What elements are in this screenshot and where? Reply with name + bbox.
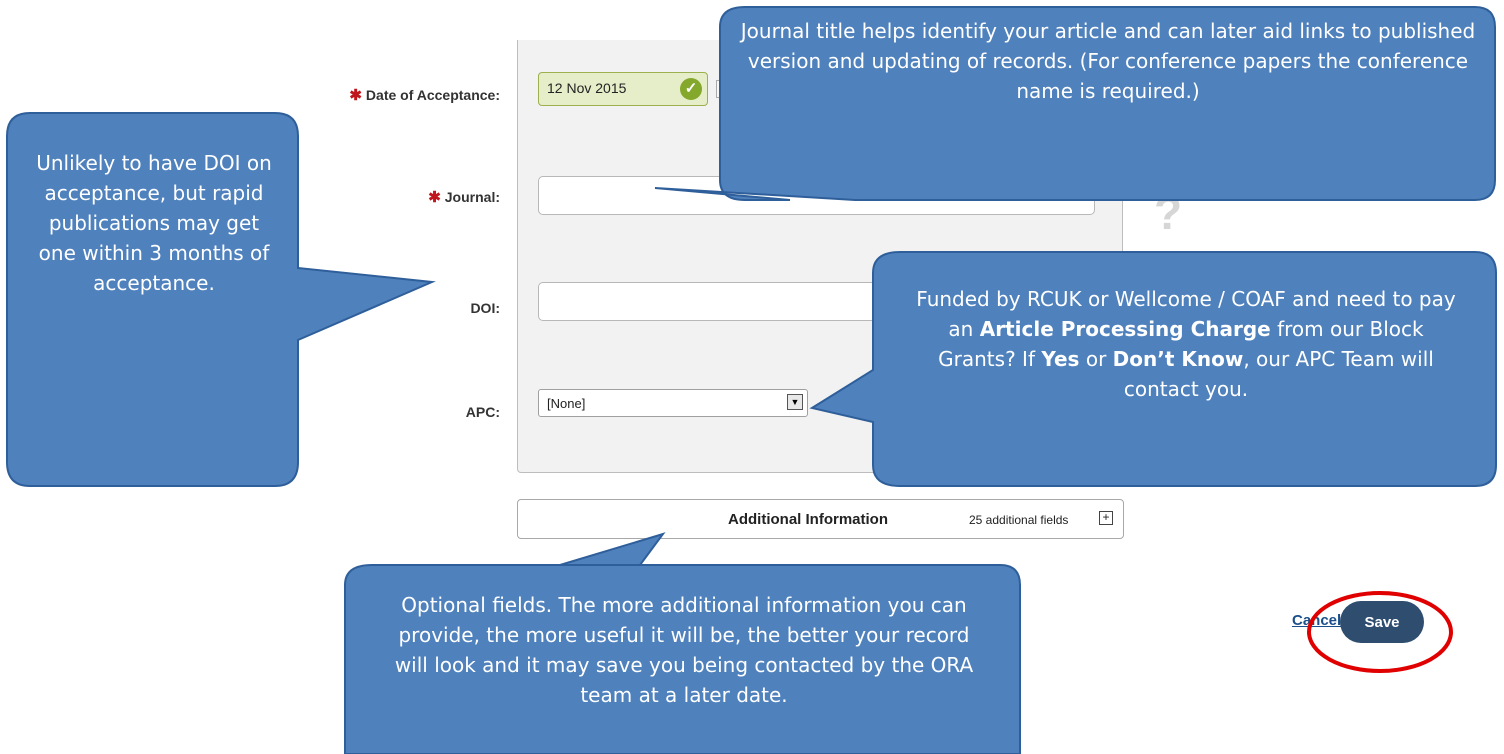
callout-apc-text: Funded by RCUK or Wellcome / COAF and ne… bbox=[916, 287, 1456, 401]
callout-journal-text: Journal title helps identify your articl… bbox=[740, 19, 1476, 103]
callout-doi-text: Unlikely to have DOI on acceptance, but … bbox=[36, 151, 272, 295]
callout-optional-text: Optional fields. The more additional inf… bbox=[394, 593, 974, 707]
